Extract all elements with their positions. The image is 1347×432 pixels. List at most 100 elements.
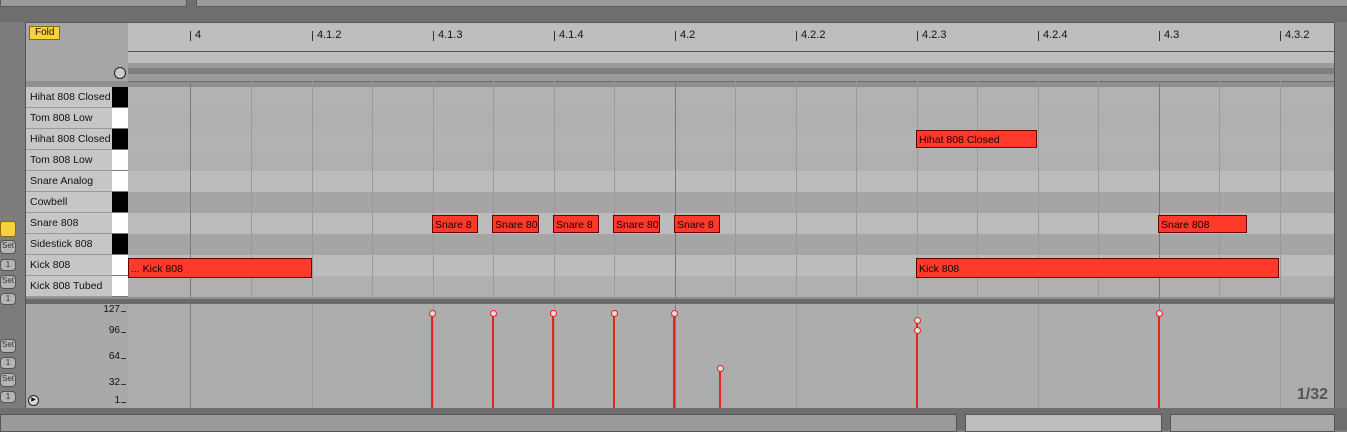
- velocity-handle[interactable]: [671, 310, 678, 317]
- midi-note[interactable]: Snare 8: [553, 215, 599, 233]
- key-name[interactable]: Kick 808 Tubed: [26, 276, 114, 297]
- velocity-handle[interactable]: [914, 327, 921, 334]
- top-control[interactable]: [0, 0, 187, 7]
- set-button[interactable]: Set: [0, 373, 16, 387]
- velocity-handle[interactable]: [611, 310, 618, 317]
- velocity-stem[interactable]: [673, 313, 675, 409]
- velocity-stem[interactable]: [431, 313, 433, 409]
- midi-note[interactable]: Snare 8: [674, 215, 720, 233]
- grid-line: [190, 304, 191, 409]
- velocity-handle[interactable]: [1156, 310, 1163, 317]
- key-row: Kick 808 Tubed: [26, 276, 1334, 297]
- midi-note[interactable]: ... Kick 808: [128, 258, 312, 278]
- velocity-tick: [121, 384, 126, 385]
- piano-key-black[interactable]: [112, 192, 128, 213]
- piano-key-black[interactable]: [112, 234, 128, 255]
- velocity-stem[interactable]: [1158, 313, 1160, 409]
- ruler-label: 4.1.3: [438, 29, 463, 41]
- velocity-stem[interactable]: [719, 368, 721, 409]
- velocity-editor[interactable]: [128, 304, 1334, 409]
- midi-note[interactable]: Snare 80: [492, 215, 539, 233]
- value-field[interactable]: 1: [0, 357, 16, 369]
- value-field[interactable]: 1: [0, 293, 16, 305]
- key-name[interactable]: Hihat 808 Closed: [26, 87, 114, 108]
- midi-editor: Fold 4 4.1.2 4.1.3 4.1.4 4.2 4.2.2 4.2.3…: [25, 22, 1335, 410]
- velocity-handle[interactable]: [914, 317, 921, 324]
- note-lane[interactable]: [128, 150, 1334, 171]
- velocity-stem[interactable]: [613, 313, 615, 409]
- grid-line: [312, 81, 313, 299]
- velocity-scale: 127 96 64 32 1: [26, 304, 128, 409]
- set-button[interactable]: Set: [0, 339, 16, 353]
- note-lane[interactable]: [128, 192, 1334, 213]
- ruler-label: 4.3: [1164, 29, 1180, 41]
- midi-note[interactable]: Snare 8: [432, 215, 478, 233]
- grid-line: [735, 81, 736, 299]
- bottom-device[interactable]: [1170, 414, 1335, 432]
- velocity-stem[interactable]: [552, 313, 554, 409]
- bottom-panel[interactable]: [0, 414, 957, 432]
- velocity-handle[interactable]: [490, 310, 497, 317]
- set-button[interactable]: Set: [0, 275, 16, 289]
- key-name[interactable]: Tom 808 Low: [26, 108, 114, 129]
- midi-note[interactable]: Snare 80: [613, 215, 660, 233]
- key-row: Cowbell: [26, 192, 1334, 213]
- key-name[interactable]: Snare 808: [26, 213, 114, 234]
- note-lane[interactable]: [128, 234, 1334, 255]
- fold-button[interactable]: Fold: [29, 26, 61, 40]
- time-ruler[interactable]: 4 4.1.2 4.1.3 4.1.4 4.2 4.2.2 4.2.3 4.2.…: [128, 23, 1334, 64]
- grid-line: [796, 304, 797, 409]
- piano-key-white[interactable]: [112, 108, 128, 129]
- piano-key-black[interactable]: [112, 129, 128, 150]
- play-icon[interactable]: ▶: [28, 395, 39, 406]
- key-name[interactable]: Hihat 808 Closed: [26, 129, 114, 150]
- ruler-label: 4.1.4: [559, 29, 584, 41]
- piano-key-white[interactable]: [112, 171, 128, 192]
- key-name[interactable]: Cowbell: [26, 192, 114, 213]
- ruler-label: 4.2: [680, 29, 696, 41]
- piano-key-white[interactable]: [112, 213, 128, 234]
- ruler-label: 4.2.3: [922, 29, 947, 41]
- piano-key-black[interactable]: [112, 87, 128, 108]
- note-lane[interactable]: [128, 108, 1334, 129]
- note-lane[interactable]: [128, 171, 1334, 192]
- headphones-icon[interactable]: [114, 67, 126, 79]
- grid-quantization[interactable]: 1/32: [1297, 386, 1328, 404]
- grid-line: [554, 81, 555, 299]
- ruler-label: 4.2.2: [801, 29, 826, 41]
- grid-line: [675, 81, 676, 299]
- key-name[interactable]: Sidestick 808: [26, 234, 114, 255]
- set-button[interactable]: Set: [0, 240, 16, 254]
- velocity-stem[interactable]: [492, 313, 494, 409]
- ruler-tick: [190, 31, 191, 41]
- arrow-right-icon[interactable]: [0, 221, 16, 237]
- midi-note[interactable]: Hihat 808 Closed: [916, 130, 1037, 148]
- key-name[interactable]: Tom 808 Low: [26, 150, 114, 171]
- key-name[interactable]: Kick 808: [26, 255, 114, 276]
- note-lane[interactable]: [128, 87, 1334, 108]
- value-field[interactable]: 1: [0, 391, 16, 403]
- scroll-thumb[interactable]: [128, 68, 1334, 74]
- velocity-label: 127: [103, 304, 120, 315]
- note-lane[interactable]: [128, 276, 1334, 297]
- ruler-tick: [796, 31, 797, 41]
- value-field[interactable]: 1: [0, 259, 16, 271]
- piano-key-white[interactable]: [112, 150, 128, 171]
- velocity-handle[interactable]: [550, 310, 557, 317]
- piano-key-white[interactable]: [112, 276, 128, 297]
- velocity-tick: [121, 332, 126, 333]
- velocity-handle[interactable]: [717, 365, 724, 372]
- velocity-handle[interactable]: [429, 310, 436, 317]
- note-lane[interactable]: [128, 213, 1334, 234]
- ruler-tick: [1038, 31, 1039, 41]
- bottom-overview[interactable]: [965, 414, 1162, 432]
- midi-note[interactable]: Kick 808: [916, 258, 1279, 278]
- horizontal-scrollbar[interactable]: [128, 63, 1334, 82]
- note-lane[interactable]: [128, 129, 1334, 150]
- grid-line: [1038, 304, 1039, 409]
- top-timeline[interactable]: [196, 0, 1347, 7]
- midi-note[interactable]: Snare 808: [1158, 215, 1247, 233]
- grid-line: [1280, 304, 1281, 409]
- piano-key-white[interactable]: [112, 255, 128, 276]
- key-name[interactable]: Snare Analog: [26, 171, 114, 192]
